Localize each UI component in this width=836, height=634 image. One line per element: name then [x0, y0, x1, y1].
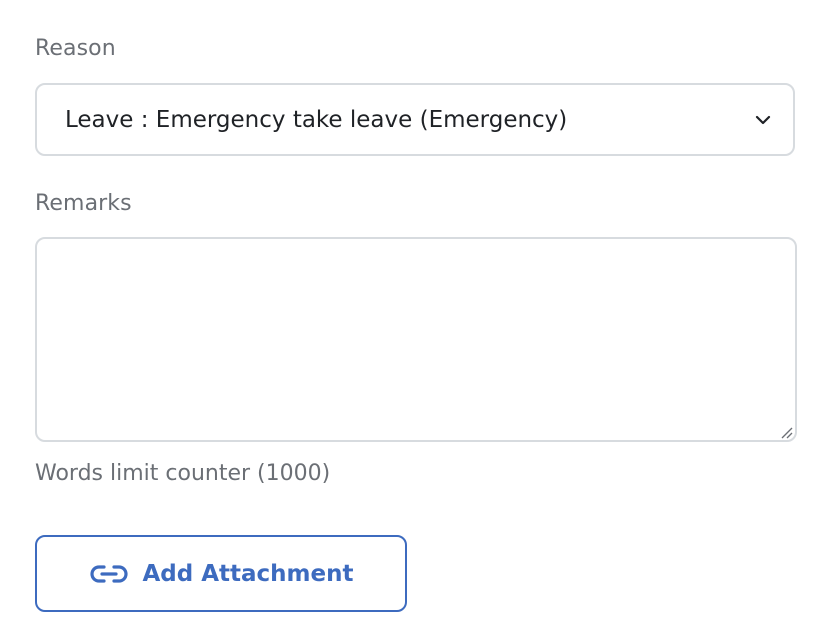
resize-handle-icon[interactable]	[779, 424, 793, 439]
chevron-down-icon	[753, 110, 773, 130]
leave-form: Reason Leave : Emergency take leave (Eme…	[0, 0, 836, 634]
words-limit-counter: Words limit counter (1000)	[35, 461, 331, 486]
remarks-textarea[interactable]	[37, 239, 795, 440]
add-attachment-button[interactable]: Add Attachment	[35, 535, 407, 612]
reason-label: Reason	[35, 36, 116, 61]
reason-selected-value: Leave : Emergency take leave (Emergency)	[65, 106, 568, 133]
add-attachment-label: Add Attachment	[142, 560, 354, 587]
link-icon	[89, 562, 129, 586]
reason-select[interactable]: Leave : Emergency take leave (Emergency)	[35, 83, 795, 156]
remarks-field-container	[35, 237, 797, 442]
remarks-label: Remarks	[35, 191, 132, 216]
